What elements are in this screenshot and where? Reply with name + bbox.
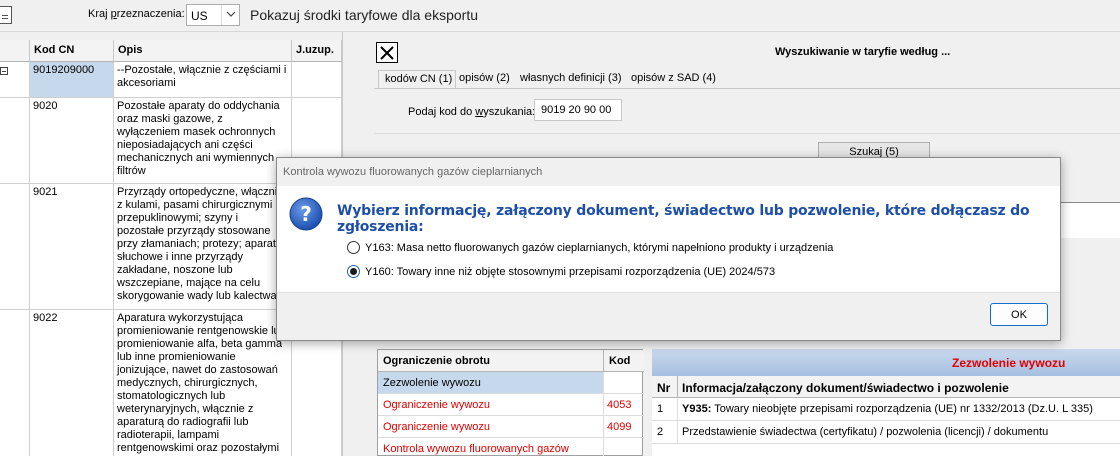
row-marker	[0, 62, 30, 97]
cn-code-cell: 9022	[30, 310, 114, 456]
table-row[interactable]: Ograniczenie wywozu 4099	[378, 416, 644, 438]
description-cell: Aparatura wykorzystująca promieniowanie …	[114, 310, 292, 456]
unit-cell	[292, 62, 342, 97]
restriction-code	[604, 438, 644, 456]
document-icon[interactable]	[0, 6, 12, 24]
code-input-label: Podaj kod do wyszukania:	[408, 106, 536, 118]
table-header-unit[interactable]: J.uzup.	[292, 40, 342, 62]
svg-text:?: ?	[300, 202, 312, 226]
country-value: US	[191, 9, 208, 23]
row-number: 2	[652, 421, 678, 443]
option-label: Y160: Towary inne niż objęte stosownymi …	[365, 266, 776, 278]
ok-button[interactable]: OK	[990, 303, 1048, 326]
chevron-down-icon[interactable]	[221, 5, 239, 25]
restriction-code: 4053	[607, 399, 632, 411]
row-marker	[0, 98, 30, 183]
dialog-footer: OK	[277, 292, 1060, 340]
collapse-icon[interactable]	[0, 67, 8, 75]
tab-descriptions[interactable]: opisów (2)	[459, 70, 510, 88]
tab-content: Podaj kod do wyszukania: 9019 20 90 00	[374, 88, 1120, 134]
search-panel-title: Wyszukiwanie w taryfie według ...	[775, 46, 951, 58]
table-header-code[interactable]: Kod CN	[30, 40, 114, 62]
table-row[interactable]: Ograniczenie wywozu 4053	[378, 394, 644, 416]
restriction-name: Zezwolenie wywozu	[378, 372, 604, 393]
table-header-blank	[0, 40, 30, 62]
permit-info: Przedstawienie świadectwa (certyfikatu) …	[682, 426, 1049, 438]
row-marker	[0, 310, 30, 456]
close-icon	[380, 46, 394, 60]
tab-cn-codes[interactable]: kodów CN (1)	[378, 70, 456, 88]
permit-table-header: Nr Informacja/załączony dokument/świadec…	[652, 376, 1120, 398]
country-select[interactable]: US	[186, 4, 240, 26]
description-cell: Przyrządy ortopedyczne, włącznie z kulam…	[114, 184, 292, 309]
table-header-nr[interactable]: Nr	[652, 376, 678, 398]
fgas-control-dialog: Kontrola wywozu fluorowanych gazów ciepl…	[276, 157, 1061, 341]
restriction-name: Ograniczenie wywozu	[378, 416, 604, 437]
tab-own-definitions[interactable]: własnych definicji (3)	[520, 70, 621, 88]
dialog-heading: Wybierz informację, załączony dokument, …	[337, 203, 1030, 235]
table-row[interactable]: 1 Y935: Towary nieobjęte przepisami rozp…	[652, 398, 1120, 421]
permit-info: Y935: Towary nieobjęte przepisami rozpor…	[682, 403, 1093, 415]
restriction-name: Ograniczenie wywozu	[378, 394, 604, 415]
description-cell: Pozostałe aparaty do oddychania oraz mas…	[114, 98, 292, 183]
permit-banner: Zezwolenie wywozu	[652, 349, 1120, 376]
toolbar: Kraj przeznaczenia: US Pokazuj środki ta…	[0, 0, 1120, 32]
code-search-input[interactable]: 9019 20 90 00	[534, 99, 622, 121]
table-row[interactable]: 2 Przedstawienie świadectwa (certyfikatu…	[652, 421, 1120, 444]
table-header-info[interactable]: Informacja/załączony dokument/świadectwo…	[678, 376, 1009, 395]
table-header-restriction[interactable]: Ograniczenie obrotu	[378, 350, 604, 372]
radio-y160[interactable]	[347, 265, 360, 278]
cn-code-cell: 9020	[30, 98, 114, 183]
permit-title: Zezwolenie wywozu	[952, 356, 1066, 370]
question-icon: ?	[289, 197, 323, 231]
radio-y163[interactable]	[347, 241, 360, 254]
row-marker	[0, 184, 30, 309]
option-label: Y163: Masa netto fluorowanych gazów ciep…	[365, 242, 834, 254]
restriction-code: 4099	[607, 421, 632, 433]
export-mode-label: Pokazuj środki taryfowe dla eksportu	[250, 7, 478, 23]
permit-panel: Zezwolenie wywozu Nr Informacja/załączon…	[652, 349, 1120, 456]
restriction-table: Ograniczenie obrotu Kod Zezwolenie wywoz…	[377, 349, 644, 456]
restriction-code	[604, 372, 644, 393]
tab-sad-descriptions[interactable]: opisów z SAD (4)	[631, 70, 716, 88]
cn-code-cell: 9021	[30, 184, 114, 309]
table-header-desc[interactable]: Opis	[114, 40, 292, 62]
table-row[interactable]: Zezwolenie wywozu	[378, 372, 644, 394]
row-number: 1	[652, 398, 678, 420]
table-row[interactable]: Kontrola wywozu fluorowanych gazów	[378, 438, 644, 456]
table-header-code[interactable]: Kod	[604, 350, 644, 372]
dialog-titlebar[interactable]: Kontrola wywozu fluorowanych gazów ciepl…	[277, 158, 1060, 186]
dialog-title: Kontrola wywozu fluorowanych gazów ciepl…	[283, 166, 543, 178]
description-cell: --Pozostałe, włącznie z częściami i akce…	[114, 62, 292, 97]
table-row[interactable]: 9019209000 --Pozostałe, włącznie z częśc…	[0, 62, 342, 98]
cn-code-cell: 9019209000	[30, 62, 114, 97]
country-label: Kraj przeznaczenia:	[88, 8, 185, 20]
restriction-name: Kontrola wywozu fluorowanych gazów	[378, 438, 604, 456]
close-panel-button[interactable]	[376, 42, 398, 63]
